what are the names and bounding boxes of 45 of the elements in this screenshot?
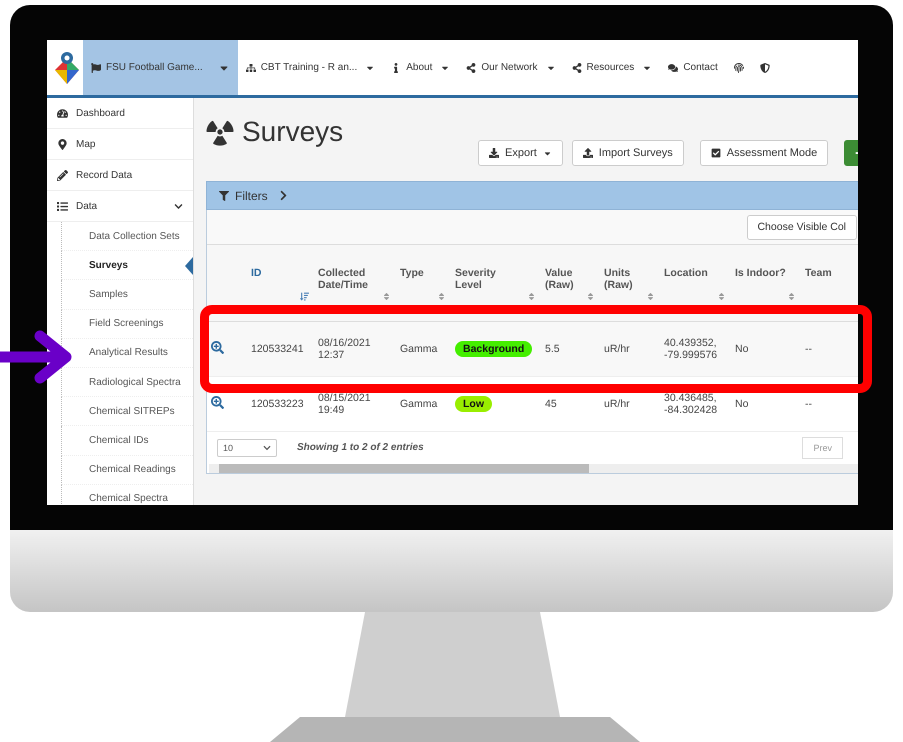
table-cell-text: 40.439352, -79.999576: [664, 336, 718, 360]
sidebar-item[interactable]: Map: [47, 129, 193, 160]
table-cell: --: [805, 342, 812, 354]
page-title: Surveys: [206, 116, 478, 148]
page-size-select[interactable]: 10: [217, 438, 277, 456]
table-cell: 120533241: [251, 342, 304, 354]
sidebar-subitem[interactable]: Radiological Spectra: [61, 368, 193, 398]
table-cell: 45: [545, 398, 557, 410]
severity-badge: Background: [455, 340, 532, 356]
choose-columns-button[interactable]: Choose Visible Col: [747, 214, 857, 240]
toolbar-button[interactable]: Assessment Mode: [700, 140, 828, 166]
sidebar-item[interactable]: Record Data: [47, 160, 193, 191]
table-cell-text: 08/16/2021 12:37: [318, 336, 372, 360]
table-cell: 120533223: [251, 398, 304, 410]
toolbar-button[interactable]: Import Surveys: [572, 140, 684, 166]
nav-menu-item[interactable]: Resources: [564, 40, 660, 95]
nav-menu-item[interactable]: Our Network: [458, 40, 564, 95]
sidebar-subitem[interactable]: Chemical Readings: [61, 456, 193, 485]
sidebar-subitem[interactable]: Chemical Spectra: [61, 484, 193, 505]
sidebar-subitem[interactable]: Analytical Results: [61, 338, 193, 368]
sidebar-subitem[interactable]: Chemical SITREPs: [61, 397, 193, 426]
table-cell-text: 08/15/2021 19:49: [318, 392, 372, 416]
sidebar-subitem[interactable]: Field Screenings: [61, 310, 193, 339]
nav-menu-item[interactable]: Contact: [660, 40, 726, 95]
sidebar-item[interactable]: Dashboard: [47, 98, 193, 129]
table-cell: 5.5: [545, 342, 560, 354]
nav-menu-item[interactable]: FSU Football Game...: [83, 40, 238, 95]
table-cell: No: [735, 398, 748, 410]
table-cell: Gamma: [400, 342, 438, 354]
sidebar-item[interactable]: Data: [47, 191, 193, 222]
nav-menu-item[interactable]: CBT Training - R an...: [238, 40, 384, 95]
severity-badge: Low: [455, 396, 492, 412]
sidebar-subitem[interactable]: Chemical IDs: [61, 426, 193, 456]
entries-info: Showing 1 to 2 of 2 entries: [297, 442, 424, 453]
nav-menu-item[interactable]: About: [383, 40, 458, 95]
toolbar-button[interactable]: Export: [478, 140, 563, 166]
filters-bar[interactable]: Filters: [206, 181, 858, 210]
sidebar-subitem[interactable]: Data Collection Sets: [61, 222, 193, 252]
table-cell: Gamma: [400, 398, 438, 410]
table-cell: uR/hr: [604, 342, 630, 354]
table-cell: uR/hr: [604, 398, 630, 410]
table-cell: No: [735, 342, 748, 354]
sidebar-subitem[interactable]: Samples: [61, 280, 193, 310]
table-cell: --: [805, 398, 812, 410]
table-cell-text: 30.436485, -84.302428: [664, 392, 718, 416]
